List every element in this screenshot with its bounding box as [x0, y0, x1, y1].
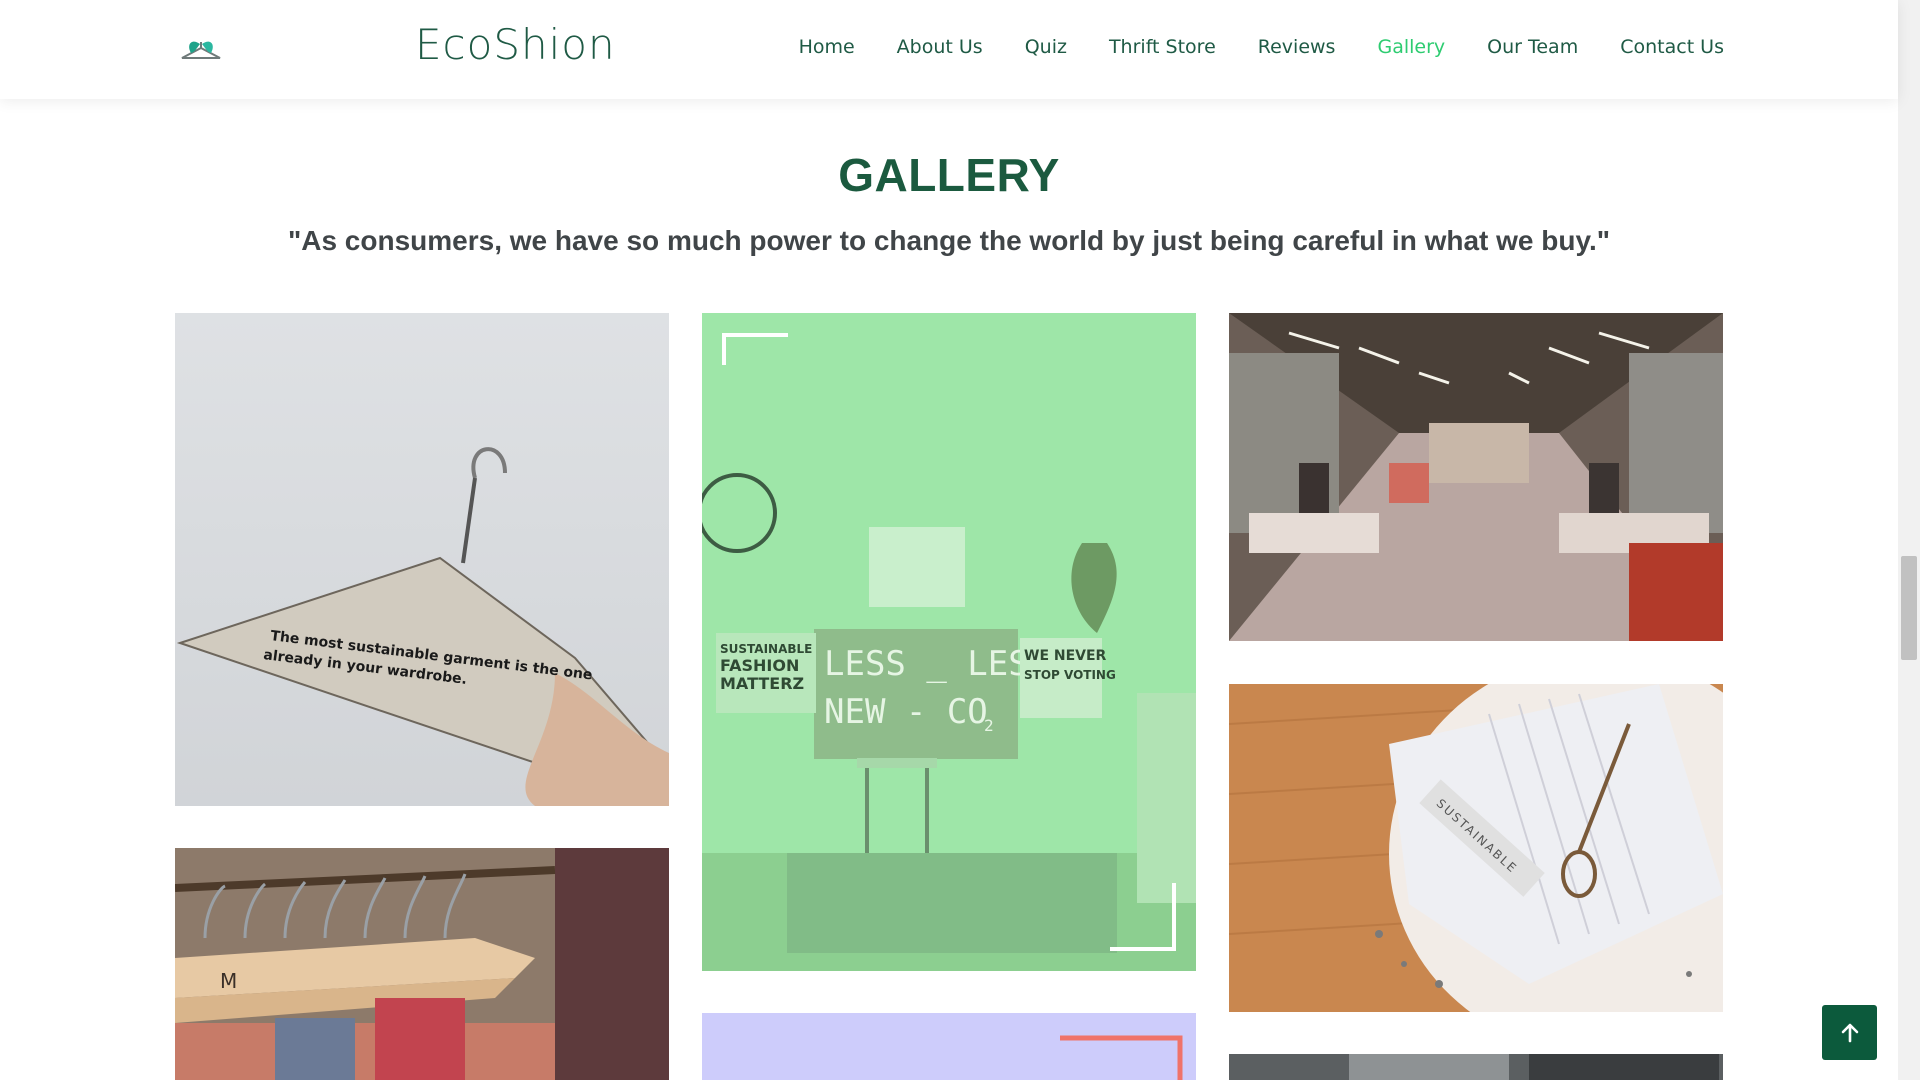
nav-our-team[interactable]: Our Team: [1487, 36, 1578, 58]
gallery-image-hanger[interactable]: The most sustainable garment is the one …: [175, 313, 669, 806]
gallery-image-protest-signs[interactable]: LESS _ LESS NEW - CO 2 SUSTAINABLE FASHI…: [702, 313, 1196, 971]
gallery-quote: "As consumers, we have so much power to …: [287, 225, 1611, 256]
gallery-image-sustainable-tag[interactable]: SUSTAINABLE: [1229, 684, 1723, 1012]
gallery-image-lavender[interactable]: [702, 1013, 1196, 1080]
scrollbar-track[interactable]: [1898, 0, 1920, 1080]
back-to-top-button[interactable]: [1822, 1005, 1877, 1060]
main-nav: Home About Us Quiz Thrift Store Reviews …: [799, 36, 1724, 58]
nav-gallery[interactable]: Gallery: [1377, 36, 1445, 58]
gallery-image-street[interactable]: [1229, 1054, 1723, 1080]
brand-name[interactable]: EcoShion: [415, 20, 616, 69]
gallery-image-clothes-rack[interactable]: M: [175, 848, 669, 1080]
gallery-title: GALLERY: [838, 149, 1060, 201]
nav-contact-us[interactable]: Contact Us: [1620, 36, 1724, 58]
navbar: EcoShion Home About Us Quiz Thrift Store…: [0, 0, 1898, 99]
sign-matterz: MATTERZ: [720, 674, 804, 693]
sign-stop-voting: STOP VOTING: [1024, 668, 1116, 682]
sign-co2-subscript: 2: [984, 716, 994, 735]
nav-reviews[interactable]: Reviews: [1258, 36, 1336, 58]
nav-home[interactable]: Home: [799, 36, 855, 58]
nav-thrift-store[interactable]: Thrift Store: [1109, 36, 1216, 58]
hanger-leaf-logo-icon[interactable]: [178, 30, 224, 66]
nav-about-us[interactable]: About Us: [897, 36, 983, 58]
sign-less-less: LESS _ LESS: [824, 644, 1049, 684]
sign-fashion: FASHION: [720, 656, 799, 675]
gallery-image-garment-factory[interactable]: [1229, 313, 1723, 641]
arrow-up-icon: [1841, 1023, 1858, 1042]
sign-new-co: NEW - CO: [824, 692, 988, 732]
nav-quiz[interactable]: Quiz: [1025, 36, 1067, 58]
sign-sustainable: SUSTAINABLE: [720, 642, 812, 656]
scrollbar-thumb[interactable]: [1901, 556, 1917, 660]
sign-we-never: WE NEVER: [1024, 648, 1107, 664]
rack-hanger-letter: M: [220, 969, 237, 993]
